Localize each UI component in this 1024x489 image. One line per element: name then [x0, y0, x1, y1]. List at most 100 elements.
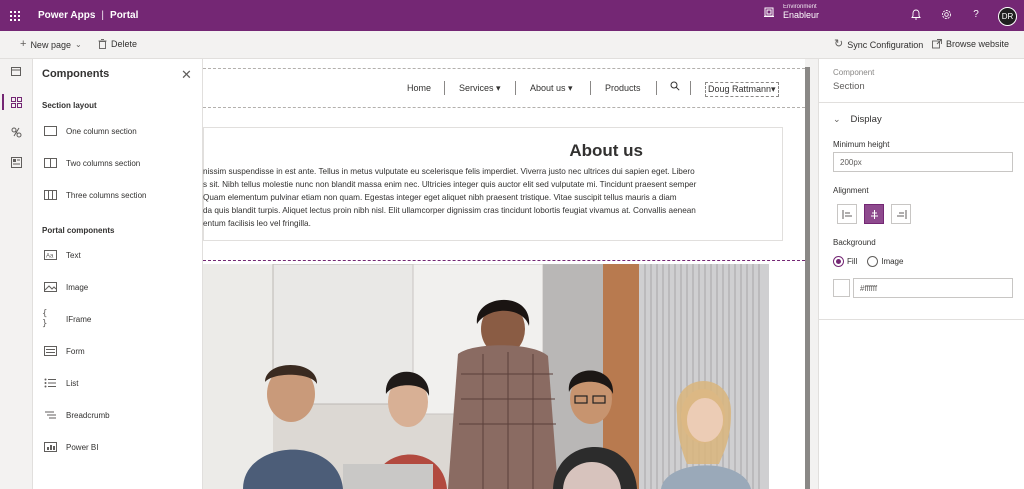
app-name: Power Apps — [38, 10, 96, 21]
alignment-label: Alignment — [833, 186, 869, 195]
display-section-toggle[interactable]: ⌄ Display — [833, 114, 882, 125]
power-bi-icon — [42, 441, 58, 453]
app-launcher-button[interactable] — [0, 0, 30, 31]
portal-components-heading: Portal components — [42, 226, 115, 235]
component-text[interactable]: Aa Text — [42, 249, 81, 261]
align-center-button[interactable] — [864, 204, 884, 224]
min-height-input[interactable]: 200px — [833, 152, 1013, 172]
open-in-new-icon — [932, 39, 942, 49]
divider — [819, 319, 1024, 320]
notifications-icon[interactable] — [910, 8, 922, 20]
about-line: da quis blandit turpis. Aliquet lectus p… — [203, 206, 696, 215]
environment-label: Environment — [783, 4, 817, 10]
sync-label: Sync Configuration — [847, 39, 924, 50]
panel-title: Components — [42, 68, 110, 80]
environment-value: Enableur — [783, 9, 820, 20]
nav-services[interactable]: Services ▾ — [459, 83, 501, 94]
component-label: IFrame — [66, 314, 92, 324]
plus-icon: + — [20, 38, 27, 50]
breadcrumb-icon — [42, 409, 58, 421]
canvas-scrollbar[interactable] — [805, 67, 810, 489]
caret-down-icon: ▾ — [568, 83, 573, 93]
avatar[interactable]: DR — [998, 7, 1017, 26]
rail-templates-button[interactable] — [0, 151, 33, 173]
nav-about-us[interactable]: About us ▾ — [530, 83, 573, 94]
color-input[interactable]: #ffffff — [853, 278, 1013, 298]
component-power-bi[interactable]: Power BI — [42, 441, 98, 453]
left-rail — [0, 59, 33, 489]
color-swatch[interactable] — [833, 279, 850, 297]
components-panel: Components ✕ Section layout One column s… — [33, 59, 203, 489]
sync-configuration-button[interactable]: ↻ Sync Configuration — [834, 39, 923, 50]
nav-products[interactable]: Products — [605, 83, 641, 93]
nav-home[interactable]: Home — [407, 83, 431, 93]
component-form[interactable]: Form — [42, 345, 85, 357]
rail-themes-button[interactable] — [0, 121, 33, 143]
waffle-icon — [10, 10, 20, 21]
component-breadcrumb[interactable]: Breadcrumb — [42, 409, 110, 421]
component-image[interactable]: Image — [42, 281, 88, 293]
component-three-columns-section[interactable]: Three columns section — [42, 189, 146, 201]
settings-gear-icon[interactable] — [940, 8, 952, 20]
nav-divider — [590, 81, 591, 95]
background-image-radio[interactable]: Image — [867, 256, 903, 267]
component-label: Power BI — [66, 442, 99, 452]
title-separator: | — [101, 10, 105, 21]
app-title[interactable]: Power Apps | Portal — [38, 10, 138, 21]
component-iframe[interactable]: { } IFrame — [42, 309, 92, 329]
component-label: Text — [66, 250, 81, 260]
properties-subtitle: Component — [833, 68, 875, 77]
radio-selected-icon — [833, 256, 844, 267]
properties-title: Section — [833, 81, 865, 92]
alignment-group — [837, 204, 911, 224]
rail-components-button[interactable] — [0, 91, 33, 113]
component-label: Breadcrumb — [66, 410, 110, 420]
search-icon[interactable] — [670, 81, 680, 94]
close-icon[interactable]: ✕ — [181, 67, 192, 83]
component-label: List — [66, 378, 79, 388]
user-menu[interactable]: Doug Rattmann▾ — [705, 82, 779, 97]
user-name: Doug Rattmann — [708, 84, 772, 94]
browse-label: Browse website — [946, 39, 1010, 49]
about-line: nissim suspendisse in est ante. Tellus i… — [203, 167, 695, 176]
about-body: nissim suspendisse in est ante. Tellus i… — [203, 165, 777, 230]
one-column-icon — [42, 125, 58, 137]
delete-label: Delete — [111, 39, 138, 49]
chevron-down-icon: ⌄ — [833, 114, 841, 124]
component-label: Two columns section — [66, 158, 141, 168]
align-right-button[interactable] — [891, 204, 911, 224]
team-photo[interactable] — [203, 264, 769, 489]
properties-panel: Component Section ⌄ Display Minimum heig… — [818, 59, 1024, 489]
templates-icon — [11, 156, 22, 168]
component-label: Three columns section — [66, 190, 147, 200]
image-icon — [42, 281, 58, 293]
align-left-button[interactable] — [837, 204, 857, 224]
nav-divider — [515, 81, 516, 95]
environment-icon — [764, 7, 774, 18]
background-label: Background — [833, 238, 876, 247]
refresh-icon: ↻ — [834, 38, 844, 50]
background-fill-radio[interactable]: Fill — [833, 256, 857, 267]
page-canvas: Home Services ▾ About us ▾ Products Doug… — [203, 59, 818, 489]
component-label: Image — [66, 282, 89, 292]
component-two-columns-section[interactable]: Two columns section — [42, 157, 140, 169]
component-list[interactable]: List — [42, 377, 78, 389]
align-center-icon — [870, 209, 878, 219]
team-photo-illustration — [203, 264, 769, 489]
site-header[interactable]: Home Services ▾ About us ▾ Products Doug… — [203, 68, 805, 108]
help-icon[interactable]: ? — [970, 8, 982, 20]
new-page-label: New page — [30, 39, 71, 50]
delete-button[interactable]: Delete — [98, 39, 137, 49]
two-columns-icon — [42, 157, 58, 169]
rail-pages-button[interactable] — [0, 61, 33, 83]
about-section[interactable]: About us nissim suspendisse in est ante.… — [203, 114, 805, 261]
nav-services-label: Services — [459, 83, 494, 93]
product-name: Portal — [110, 10, 139, 21]
new-page-button[interactable]: + New page ⌄ — [20, 39, 82, 50]
environment-picker[interactable]: Environment Enableur — [763, 4, 819, 20]
pages-icon — [11, 67, 21, 76]
command-bar: + New page ⌄ Delete ↻ Sync Configuration… — [0, 31, 1024, 59]
about-line: Quam elementum pulvinar etiam non quam. … — [203, 193, 677, 202]
component-one-column-section[interactable]: One column section — [42, 125, 137, 137]
browse-website-button[interactable]: Browse website — [932, 39, 1009, 49]
